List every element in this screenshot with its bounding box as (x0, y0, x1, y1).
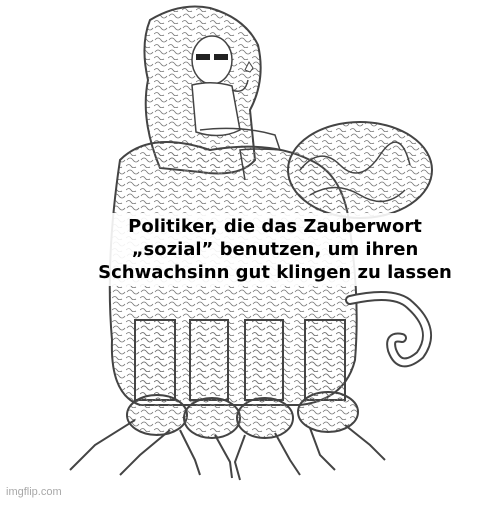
caption-line-2: „sozial” benutzen, um ihren (131, 239, 419, 260)
meme-caption: Politiker, die das Zauberwort „sozial” b… (80, 213, 470, 286)
creature-tail (345, 291, 433, 368)
meme-canvas: Politiker, die das Zauberwort „sozial” b… (0, 0, 500, 505)
big-brain (287, 121, 433, 219)
caption-line-3: Schwachsinn gut klingen zu lassen (98, 262, 452, 283)
imgflip-watermark: imgflip.com (6, 486, 62, 498)
caption-line-1: Politiker, die das Zauberwort (128, 216, 422, 237)
sunglasses-icon (196, 54, 210, 60)
